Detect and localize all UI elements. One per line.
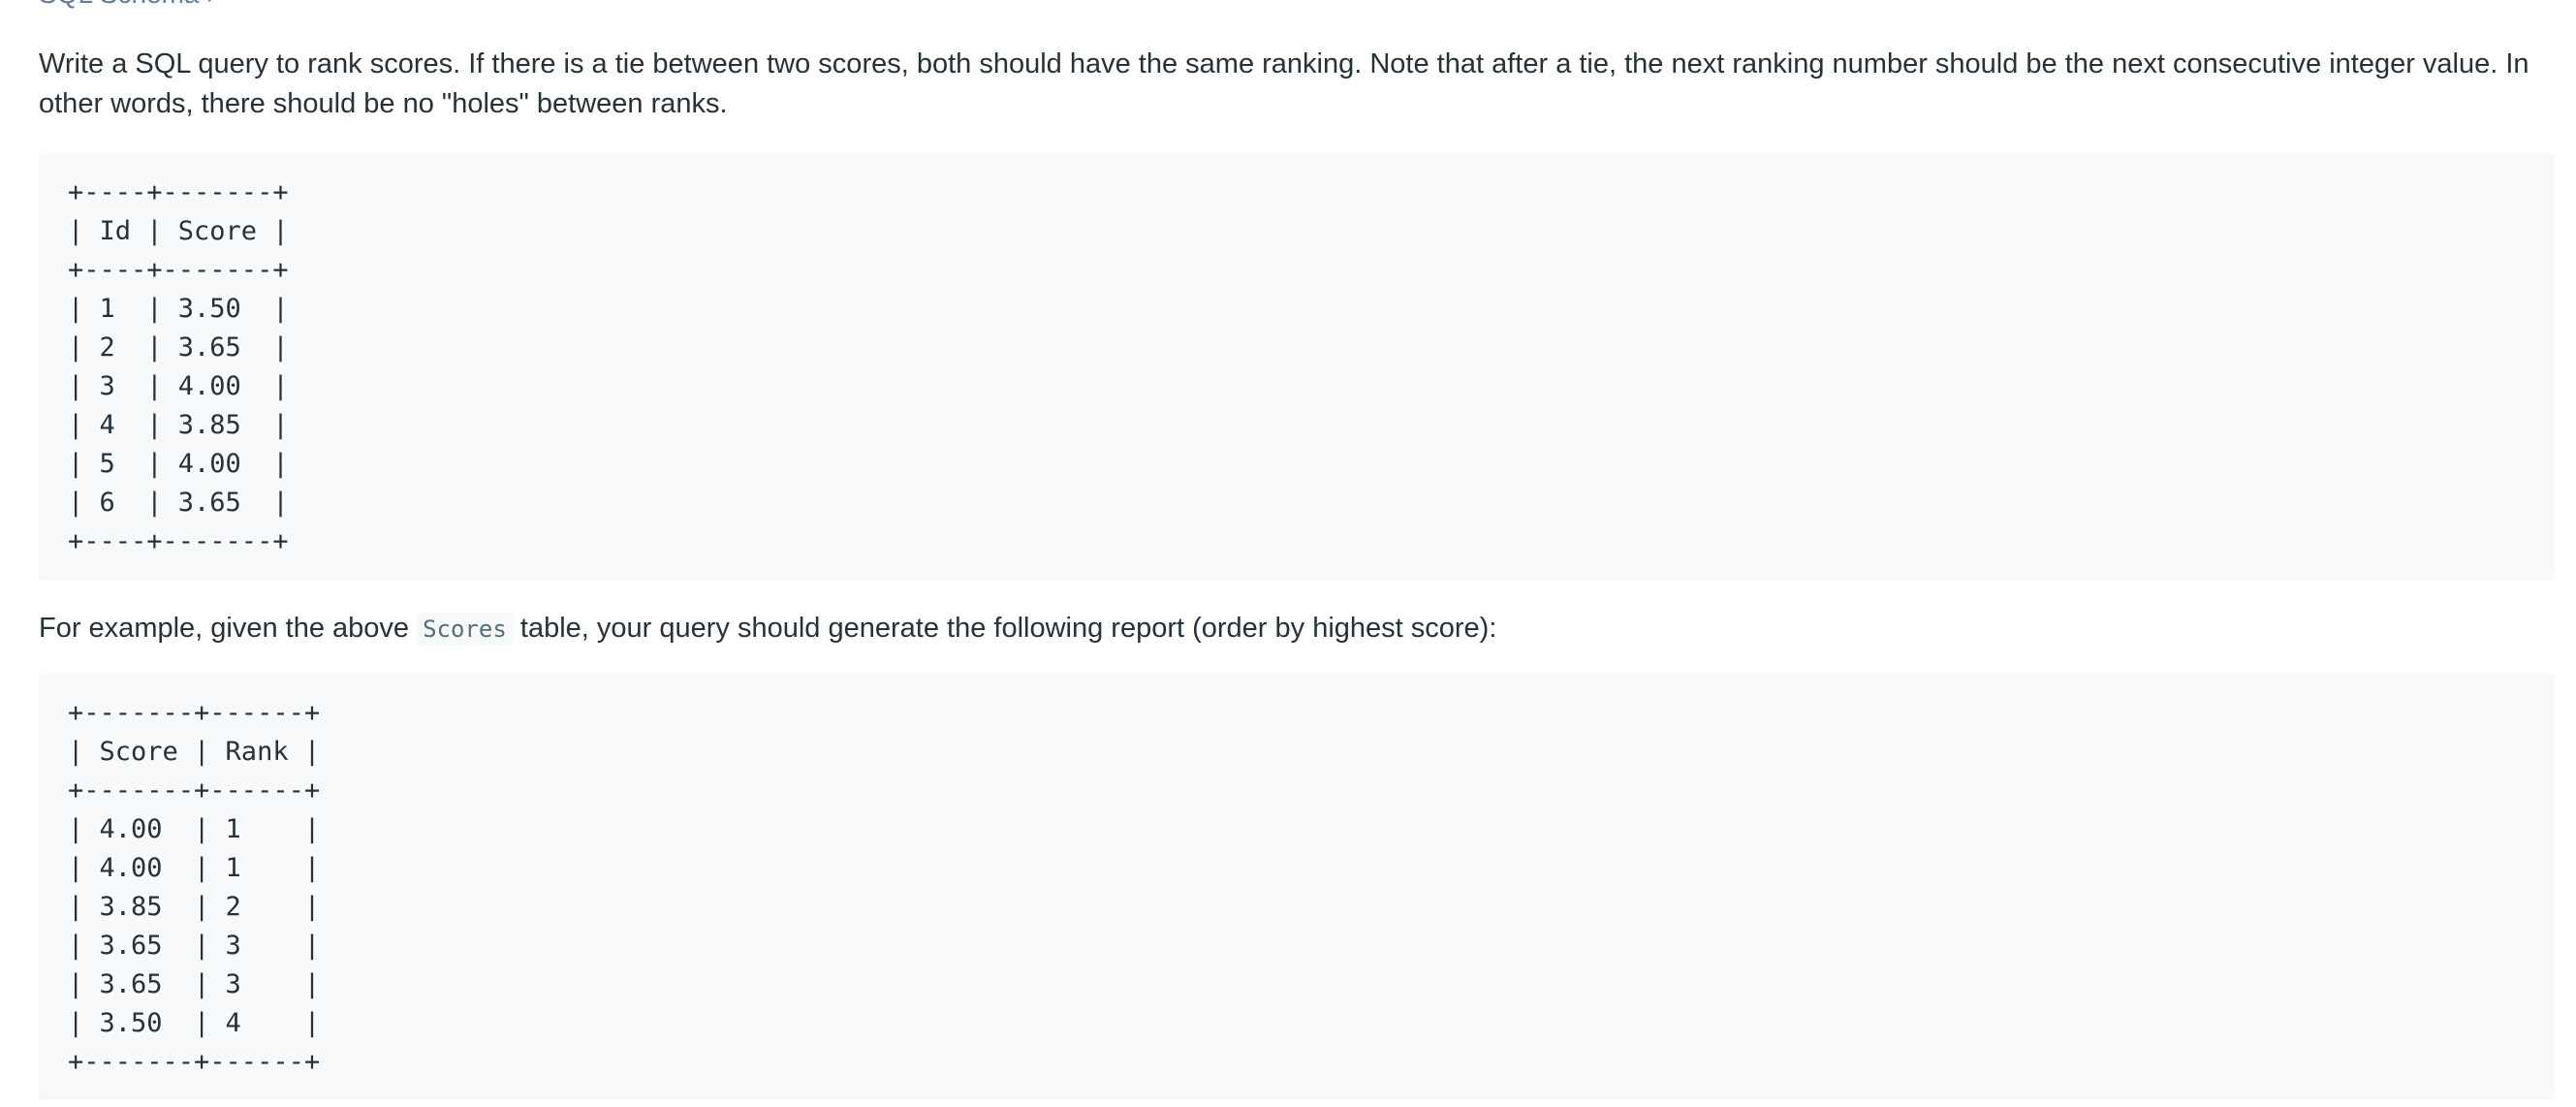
sql-schema-label: SQL Schema bbox=[39, 0, 199, 9]
example-text: For example, given the above Scores tabl… bbox=[39, 609, 1496, 648]
example-prefix: For example, given the above bbox=[39, 613, 410, 644]
output-table-code-block: +-------+------+ | Score | Rank | +-----… bbox=[39, 674, 2555, 1100]
sql-schema-link[interactable]: SQL Schema › bbox=[39, 0, 214, 16]
chevron-right-icon: › bbox=[206, 0, 214, 9]
scores-table-text: +----+-------+ | Id | Score | +----+----… bbox=[68, 177, 289, 556]
example-suffix: table, your query should generate the fo… bbox=[519, 613, 1497, 644]
problem-description: Write a SQL query to rank scores. If the… bbox=[39, 48, 2529, 119]
rank-table-text: +-------+------+ | Score | Rank | +-----… bbox=[68, 698, 321, 1077]
input-table-code-block: +----+-------+ | Id | Score | +----+----… bbox=[39, 154, 2555, 581]
scores-inline-code: Scores bbox=[417, 613, 513, 646]
